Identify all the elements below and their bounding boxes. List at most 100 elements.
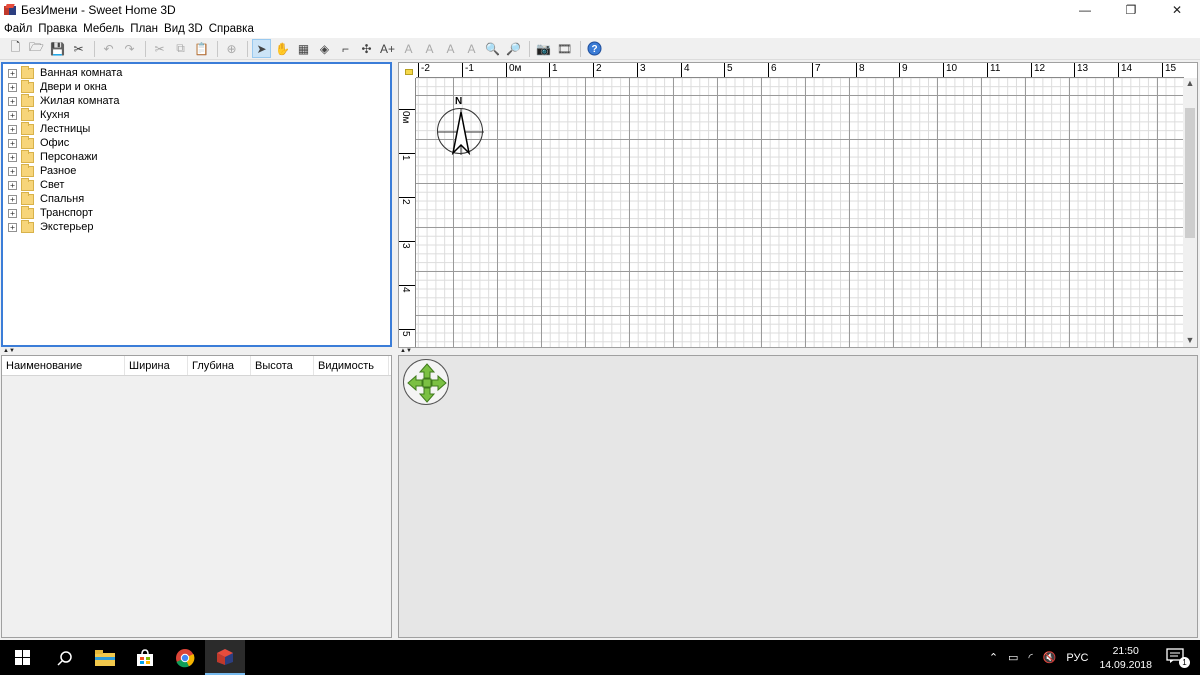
category-label: Разное: [40, 165, 77, 177]
chrome-icon[interactable]: [165, 640, 205, 675]
close-button[interactable]: ✕: [1154, 0, 1200, 20]
left-splitter[interactable]: ▲▼: [1, 348, 392, 354]
catalog-category[interactable]: + Ванная комната: [3, 65, 390, 80]
zoom-out-icon[interactable]: 🔎: [504, 39, 523, 58]
menu-edit[interactable]: Правка: [36, 23, 81, 35]
expand-icon[interactable]: +: [8, 180, 17, 190]
3d-navigation-control[interactable]: [403, 359, 449, 405]
pan-mode-icon[interactable]: ✋: [273, 39, 292, 58]
menu-3d-view[interactable]: Вид 3D: [162, 23, 207, 35]
catalog-category[interactable]: + Лестницы: [3, 121, 390, 136]
ruler-label: 4: [399, 285, 415, 298]
file-explorer-icon[interactable]: [85, 640, 125, 675]
text-bold-icon[interactable]: A: [420, 39, 439, 58]
wifi-icon[interactable]: ◜: [1028, 651, 1032, 664]
expand-icon[interactable]: +: [8, 124, 17, 134]
furniture-catalog[interactable]: + Ванная комната + Двери и окна + Жилая ком…: [1, 62, 392, 347]
help-icon[interactable]: ?: [585, 39, 604, 58]
ruler-label: 11: [987, 63, 1000, 77]
menu-plan[interactable]: План: [128, 23, 162, 35]
restore-button[interactable]: ❐: [1108, 0, 1154, 20]
expand-icon[interactable]: +: [8, 110, 17, 120]
text-italic-icon[interactable]: A: [441, 39, 460, 58]
ruler-label: 1: [549, 63, 558, 77]
catalog-category[interactable]: + Офис: [3, 135, 390, 150]
start-windows-icon[interactable]: [0, 640, 45, 675]
create-photo-icon[interactable]: 📷: [534, 39, 553, 58]
plan-grid[interactable]: [416, 78, 1184, 347]
menu-file[interactable]: Файл: [2, 23, 36, 35]
plan-view[interactable]: -2 -1 0м 1 2 3 4 5 6 7 8 9 10 11 12 13 1…: [398, 62, 1198, 348]
text-size-icon[interactable]: A: [462, 39, 481, 58]
column-header-name[interactable]: Наименование: [2, 356, 125, 375]
plan-vertical-scrollbar[interactable]: ▲ ▼: [1183, 78, 1197, 347]
catalog-category[interactable]: + Двери и окна: [3, 79, 390, 94]
expand-icon[interactable]: +: [8, 222, 17, 232]
select-mode-icon[interactable]: ➤: [252, 39, 271, 58]
create-video-icon[interactable]: 🎞: [555, 39, 574, 58]
expand-icon[interactable]: +: [8, 208, 17, 218]
menu-furniture[interactable]: Мебель: [81, 23, 128, 35]
cut-icon[interactable]: ✂: [150, 39, 169, 58]
ruler-left: 0м 1 2 3 4 5: [399, 78, 416, 347]
scroll-down-icon[interactable]: ▼: [1183, 335, 1197, 347]
search-icon[interactable]: [45, 640, 85, 675]
catalog-category[interactable]: + Кухня: [3, 107, 390, 122]
language-indicator[interactable]: РУС: [1066, 652, 1088, 664]
menu-help[interactable]: Справка: [207, 23, 258, 35]
create-rooms-icon[interactable]: ◈: [315, 39, 334, 58]
battery-icon[interactable]: ▭: [1008, 651, 1018, 664]
folder-icon: [21, 107, 34, 121]
column-header-depth[interactable]: Глубина: [188, 356, 251, 375]
column-header-width[interactable]: Ширина: [125, 356, 188, 375]
catalog-category[interactable]: + Спальня: [3, 191, 390, 206]
furniture-list[interactable]: Наименование Ширина Глубина Высота Видим…: [1, 355, 392, 638]
expand-icon[interactable]: +: [8, 96, 17, 106]
save-icon[interactable]: 💾: [48, 39, 67, 58]
compass-rose[interactable]: [437, 108, 484, 155]
redo-icon[interactable]: ↷: [120, 39, 139, 58]
text-style-icon[interactable]: A: [399, 39, 418, 58]
catalog-category[interactable]: + Транспорт: [3, 205, 390, 220]
expand-icon[interactable]: +: [8, 138, 17, 148]
category-label: Транспорт: [40, 207, 93, 219]
catalog-category[interactable]: + Жилая комната: [3, 93, 390, 108]
expand-icon[interactable]: +: [8, 166, 17, 176]
open-icon[interactable]: 🗁: [27, 39, 46, 58]
column-header-height[interactable]: Высота: [251, 356, 314, 375]
notification-count-badge: 1: [1179, 656, 1190, 668]
copy-icon[interactable]: ⧉: [171, 39, 190, 58]
create-polylines-icon[interactable]: ⌐: [336, 39, 355, 58]
lock-base-plan-icon[interactable]: [405, 69, 413, 75]
zoom-in-icon[interactable]: 🔍: [483, 39, 502, 58]
expand-icon[interactable]: +: [8, 152, 17, 162]
chevron-up-icon[interactable]: ⌃: [989, 651, 998, 664]
expand-icon[interactable]: +: [8, 82, 17, 92]
volume-muted-icon[interactable]: 🔇: [1043, 651, 1057, 664]
store-icon[interactable]: [125, 640, 165, 675]
catalog-category[interactable]: + Персонажи: [3, 149, 390, 164]
catalog-category[interactable]: + Разное: [3, 163, 390, 178]
add-text-icon[interactable]: A+: [378, 39, 397, 58]
preferences-icon[interactable]: ✂: [69, 39, 88, 58]
expand-icon[interactable]: +: [8, 194, 17, 204]
toolbar-separator: [580, 40, 581, 57]
sweet-home-3d-taskbar-icon[interactable]: [205, 640, 245, 675]
right-splitter[interactable]: ▲▼: [398, 348, 1198, 354]
paste-icon[interactable]: 📋: [192, 39, 211, 58]
add-furniture-icon[interactable]: ⊕: [222, 39, 241, 58]
new-home-icon[interactable]: 🗋: [6, 39, 25, 58]
scroll-thumb[interactable]: [1185, 108, 1195, 238]
create-dimensions-icon[interactable]: ✣: [357, 39, 376, 58]
notifications-icon[interactable]: 1: [1166, 647, 1190, 668]
catalog-category[interactable]: + Свет: [3, 177, 390, 192]
scroll-up-icon[interactable]: ▲: [1183, 78, 1197, 92]
undo-icon[interactable]: ↶: [99, 39, 118, 58]
clock[interactable]: 21:50 14.09.2018: [1099, 644, 1152, 672]
catalog-category[interactable]: + Экстерьер: [3, 219, 390, 234]
3d-view[interactable]: [398, 355, 1198, 638]
expand-icon[interactable]: +: [8, 68, 17, 78]
create-walls-icon[interactable]: ▦: [294, 39, 313, 58]
column-header-visibility[interactable]: Видимость: [314, 356, 389, 375]
minimize-button[interactable]: —: [1062, 0, 1108, 20]
